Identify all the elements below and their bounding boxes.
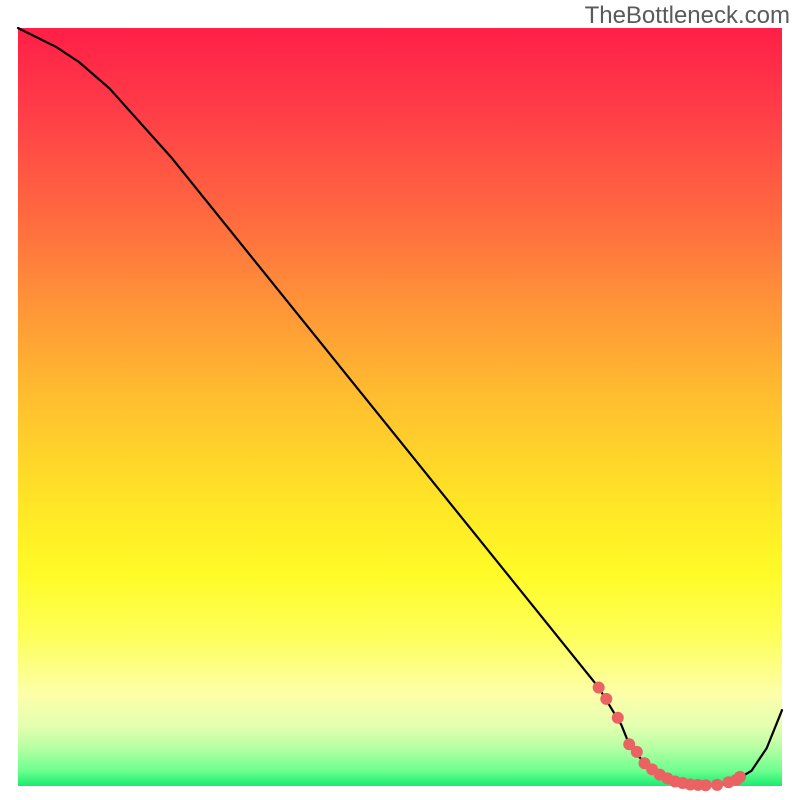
highlight-dot [600, 693, 612, 705]
highlight-dot [593, 681, 605, 693]
bottleneck-curve [18, 28, 782, 785]
highlight-dot [631, 746, 643, 758]
highlight-dots-group [593, 681, 746, 791]
watermark-text: TheBottleneck.com [585, 2, 790, 30]
highlight-dot [711, 779, 723, 791]
chart-container: TheBottleneck.com [0, 0, 800, 800]
highlight-dot [734, 771, 746, 783]
highlight-dot [700, 779, 712, 791]
plot-area [18, 28, 782, 786]
plot-svg [18, 28, 782, 786]
highlight-dot [612, 712, 624, 724]
